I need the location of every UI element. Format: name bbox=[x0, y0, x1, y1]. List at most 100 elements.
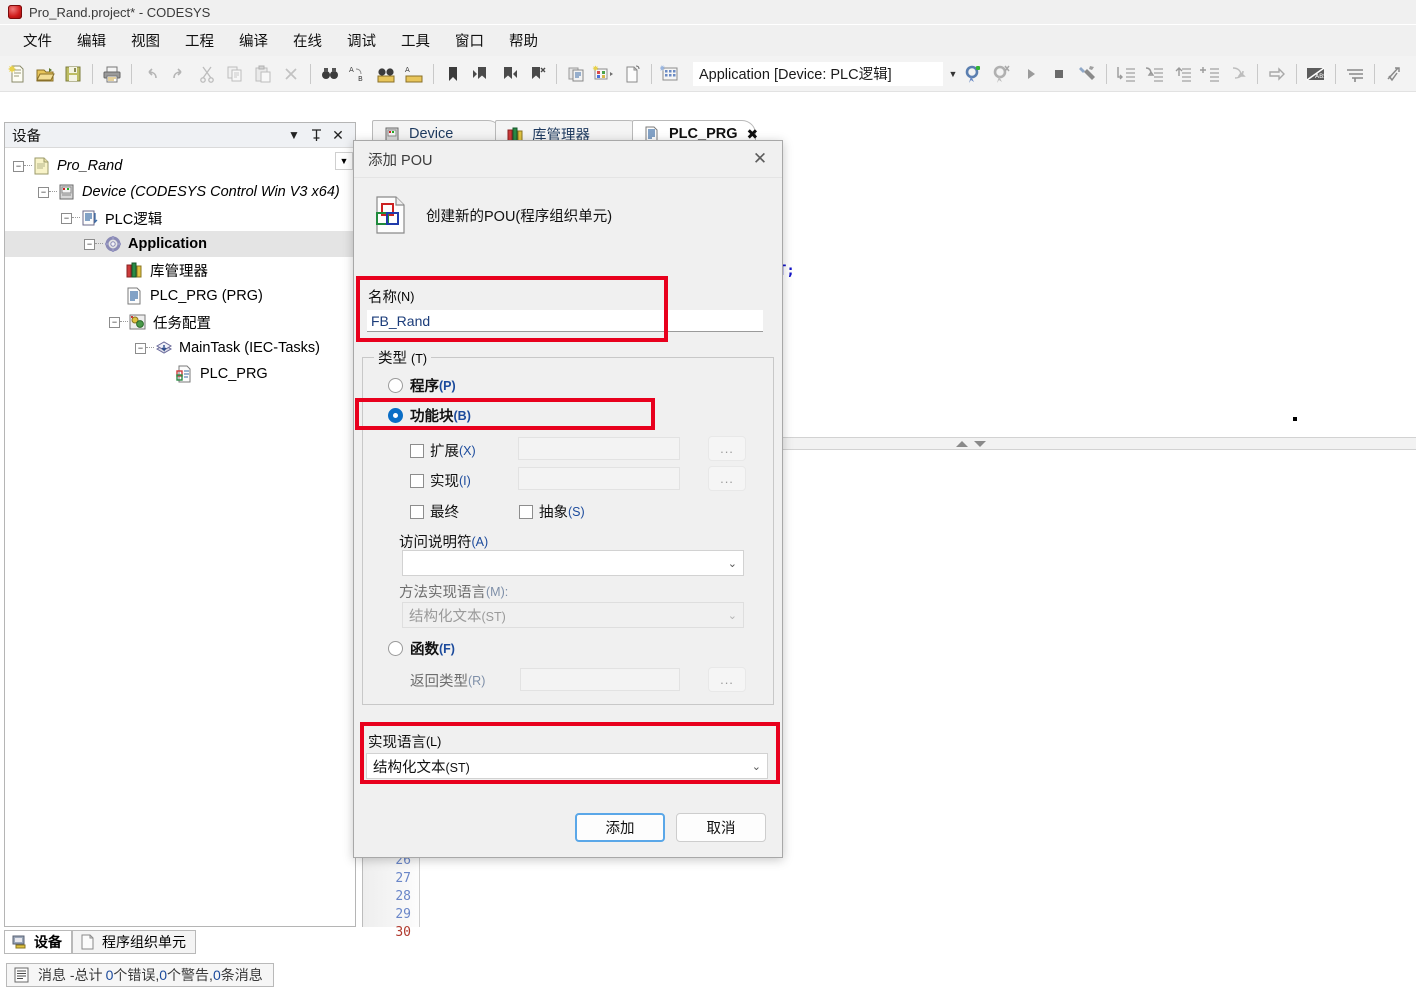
warning-count: 0 bbox=[159, 967, 168, 983]
radio-function-block[interactable]: 功能块 (B) bbox=[388, 405, 471, 426]
application-combo-arrow-icon[interactable]: ▼ bbox=[945, 62, 961, 86]
expander-icon[interactable]: − bbox=[13, 160, 24, 172]
extends-input[interactable] bbox=[518, 437, 680, 460]
menu-build[interactable]: 编译 bbox=[228, 27, 279, 54]
step-over-icon bbox=[1141, 61, 1167, 87]
bookmark-next-icon[interactable] bbox=[496, 61, 522, 87]
line-number: 27 bbox=[395, 871, 411, 886]
abstract-checkbox[interactable] bbox=[519, 504, 533, 519]
radio-program-indicator[interactable] bbox=[388, 378, 403, 393]
menu-window[interactable]: 窗口 bbox=[444, 27, 495, 54]
text-caret bbox=[1293, 417, 1297, 421]
close-icon[interactable]: ✕ bbox=[327, 124, 349, 146]
codesys-logo-icon bbox=[8, 5, 22, 19]
svg-text:ABS: ABS bbox=[1315, 73, 1327, 80]
tree-item-plc-prg[interactable]: PLC_PRG (PRG) bbox=[5, 283, 355, 309]
menu-file[interactable]: 文件 bbox=[12, 27, 63, 54]
tree-item-maintask[interactable]: − MainTask (IEC-Tasks) bbox=[5, 335, 355, 361]
implements-browse-button[interactable]: ... bbox=[708, 466, 746, 491]
expander-icon[interactable]: − bbox=[38, 186, 49, 198]
print-icon[interactable] bbox=[99, 61, 125, 87]
online-config-icon[interactable] bbox=[658, 61, 684, 87]
tree-item-maintask-plc-prg[interactable]: PLC_PRG bbox=[5, 361, 355, 387]
bottom-tab-pous[interactable]: 程序组织单元 bbox=[72, 930, 196, 954]
return-type-input bbox=[520, 668, 680, 691]
message-bar[interactable]: 消息 -总计 0 个错误, 0 个警告, 0 条消息 bbox=[6, 963, 274, 987]
name-field-label: 名称 (N) bbox=[368, 286, 414, 307]
splitter-up-icon[interactable] bbox=[956, 441, 968, 447]
tree-item-library-manager[interactable]: 库管理器 bbox=[5, 257, 355, 283]
replace-icon[interactable]: A B bbox=[345, 61, 371, 87]
build-icon[interactable] bbox=[591, 61, 617, 87]
new-project-icon[interactable] bbox=[4, 61, 30, 87]
project-icon bbox=[32, 157, 52, 175]
bookmark-prev-icon[interactable] bbox=[468, 61, 494, 87]
implements-checkbox[interactable] bbox=[410, 473, 424, 488]
device-panel-header: 设备 ▼ ✕ bbox=[5, 123, 355, 148]
menu-debug[interactable]: 调试 bbox=[336, 27, 387, 54]
tree-item-label: 库管理器 bbox=[150, 263, 208, 280]
new-page-icon[interactable] bbox=[619, 61, 645, 87]
pin-icon[interactable] bbox=[305, 124, 327, 146]
extends-browse-button[interactable]: ... bbox=[708, 436, 746, 461]
cancel-button[interactable]: 取消 bbox=[676, 813, 766, 842]
method-language-value: 结构化文本 bbox=[409, 608, 482, 625]
tree-item-device[interactable]: − Device (CODESYS Control Win V3 x64) bbox=[5, 179, 355, 205]
method-language-label: 方法实现语言 (M): bbox=[399, 581, 508, 602]
method-language-combo: 结构化文本(ST) ⌄ bbox=[402, 602, 744, 628]
device-copy-icon[interactable] bbox=[563, 61, 589, 87]
radio-function-block-key: (B) bbox=[453, 408, 471, 423]
expander-icon[interactable]: − bbox=[135, 342, 146, 354]
expander-icon[interactable]: − bbox=[61, 212, 72, 224]
radio-function[interactable]: 函数 (F) bbox=[388, 638, 455, 659]
open-project-icon[interactable] bbox=[32, 61, 58, 87]
impl-language-combo[interactable]: 结构化文本(ST) ⌄ bbox=[366, 753, 768, 779]
menu-help[interactable]: 帮助 bbox=[498, 27, 549, 54]
implements-input[interactable] bbox=[518, 467, 680, 490]
message-bar-prefix: 消息 -总计 bbox=[38, 967, 103, 983]
name-input[interactable] bbox=[367, 310, 763, 332]
final-row: 最终 bbox=[410, 501, 459, 522]
start-icon bbox=[1018, 61, 1044, 87]
radio-function-indicator[interactable] bbox=[388, 641, 403, 656]
device-panel-title: 设备 bbox=[12, 128, 41, 145]
tree-item-application[interactable]: − Application bbox=[5, 231, 355, 257]
menu-online[interactable]: 在线 bbox=[282, 27, 333, 54]
abstract-row: 抽象 (S) bbox=[519, 501, 585, 522]
menu-edit[interactable]: 编辑 bbox=[66, 27, 117, 54]
tree-item-pro-rand[interactable]: − Pro_Rand bbox=[5, 153, 355, 179]
access-specifier-combo[interactable]: ⌄ bbox=[402, 550, 744, 576]
chevron-down-icon[interactable]: ⌄ bbox=[728, 557, 737, 570]
chevron-down-icon[interactable]: ▼ bbox=[283, 124, 305, 146]
type-legend-key: (T) bbox=[411, 352, 427, 366]
radio-program[interactable]: 程序 (P) bbox=[388, 375, 456, 396]
messages-icon bbox=[13, 967, 31, 983]
extends-checkbox[interactable] bbox=[410, 443, 424, 458]
chevron-down-icon[interactable]: ⌄ bbox=[752, 760, 761, 773]
expander-icon[interactable]: − bbox=[109, 316, 120, 328]
tree-item-plc-logic[interactable]: − PLC逻辑 bbox=[5, 205, 355, 231]
final-checkbox[interactable] bbox=[410, 504, 424, 519]
login-icon[interactable] bbox=[962, 61, 988, 87]
tree-item-task-config[interactable]: − 任务配置 bbox=[5, 309, 355, 335]
menu-project[interactable]: 工程 bbox=[174, 27, 225, 54]
find-in-project-icon[interactable] bbox=[373, 61, 399, 87]
bookmark-toggle-icon[interactable] bbox=[440, 61, 466, 87]
add-button[interactable]: 添加 bbox=[575, 813, 665, 842]
build-tool-icon[interactable] bbox=[1074, 61, 1100, 87]
radio-function-block-indicator[interactable] bbox=[388, 408, 403, 423]
close-icon[interactable]: ✕ bbox=[738, 142, 782, 177]
replace-in-project-icon[interactable]: A bbox=[401, 61, 427, 87]
logout-icon[interactable] bbox=[990, 61, 1016, 87]
menu-view[interactable]: 视图 bbox=[120, 27, 171, 54]
type-legend-main: 类型 bbox=[378, 351, 407, 367]
splitter-down-icon[interactable] bbox=[974, 441, 986, 447]
tree-item-label: MainTask (IEC-Tasks) bbox=[179, 340, 320, 356]
find-icon[interactable] bbox=[317, 61, 343, 87]
bookmark-clear-icon[interactable] bbox=[524, 61, 550, 87]
bottom-tab-devices[interactable]: 设备 bbox=[4, 930, 72, 954]
expander-icon[interactable]: − bbox=[84, 238, 95, 250]
application-combo[interactable]: Application [Device: PLC逻辑] bbox=[693, 61, 943, 86]
save-project-icon[interactable] bbox=[60, 61, 86, 87]
menu-tools[interactable]: 工具 bbox=[390, 27, 441, 54]
